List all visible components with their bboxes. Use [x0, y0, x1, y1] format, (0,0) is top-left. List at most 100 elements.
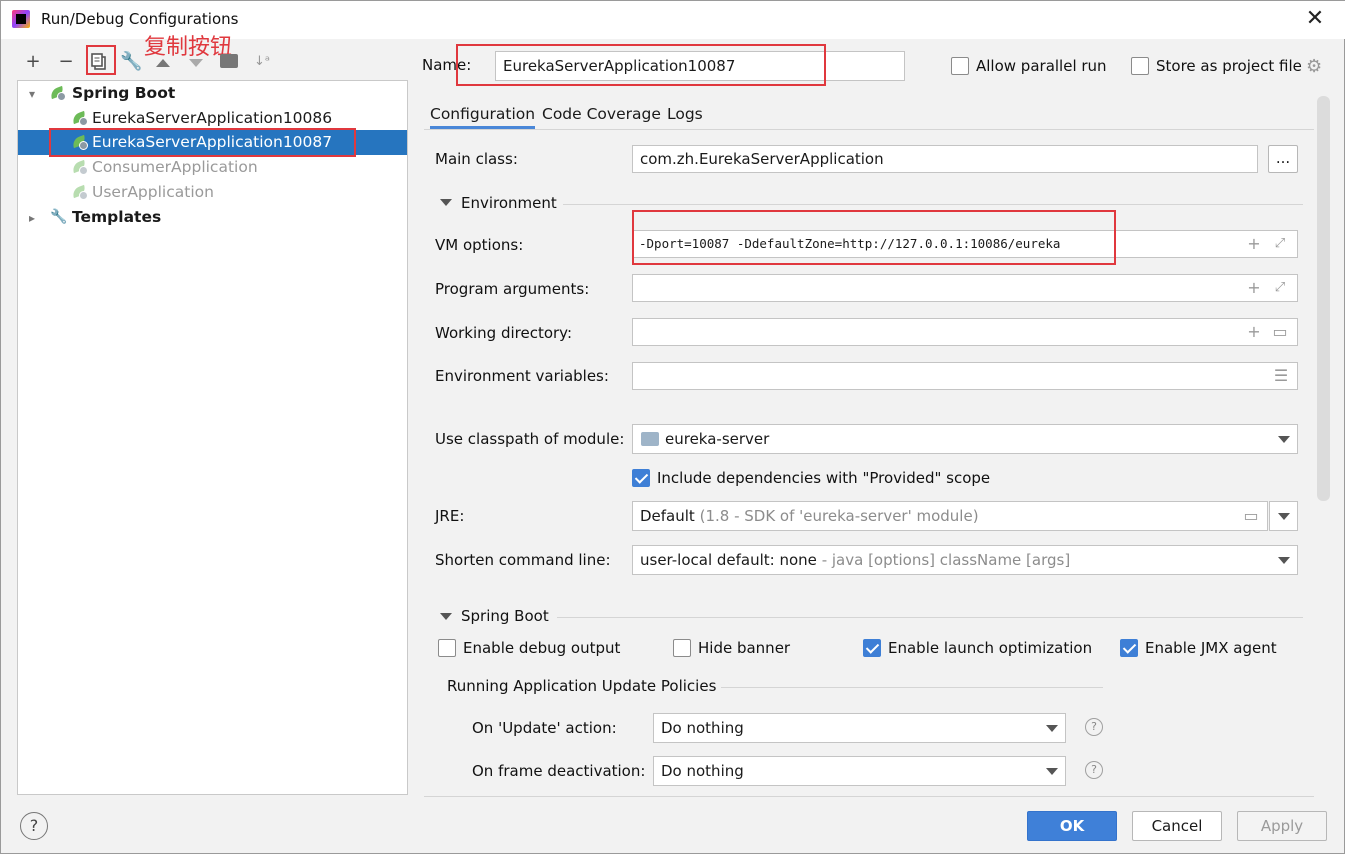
bottom-divider: [424, 796, 1314, 797]
program-arguments-label: Program arguments:: [435, 280, 590, 298]
jmx-agent-label: Enable JMX agent: [1145, 639, 1277, 657]
chevron-down-icon[interactable]: ▾: [25, 87, 39, 101]
spring-boot-section-label: Spring Boot: [461, 607, 549, 625]
chevron-down-icon[interactable]: [440, 613, 452, 620]
cancel-button[interactable]: Cancel: [1132, 811, 1222, 841]
include-provided-label: Include dependencies with "Provided" sco…: [657, 469, 991, 487]
update-policies-label: Running Application Update Policies: [447, 677, 717, 695]
expand-icon[interactable]: ⤢: [1270, 231, 1290, 257]
tree-group-spring-boot[interactable]: ▾ Spring Boot: [18, 81, 407, 106]
environment-divider: [563, 204, 1303, 205]
frame-deactivation-select[interactable]: Do nothing: [653, 756, 1066, 786]
store-project-label: Store as project file: [1156, 57, 1302, 75]
allow-parallel-checkbox[interactable]: [951, 57, 969, 75]
debug-output-label: Enable debug output: [463, 639, 621, 657]
tree-item[interactable]: ConsumerApplication: [18, 155, 407, 180]
classpath-label: Use classpath of module:: [435, 430, 625, 448]
environment-variables-input[interactable]: [632, 362, 1298, 390]
jre-hint: (1.8 - SDK of 'eureka-server' module): [699, 507, 979, 525]
help-icon[interactable]: ?: [1085, 718, 1103, 736]
apply-button[interactable]: Apply: [1237, 811, 1327, 841]
browse-main-class-button[interactable]: ...: [1268, 145, 1298, 173]
copy-highlight-box: [86, 45, 116, 75]
store-project-checkbox[interactable]: [1131, 57, 1149, 75]
plus-icon[interactable]: +: [1244, 275, 1264, 301]
launch-optimization-label: Enable launch optimization: [888, 639, 1093, 657]
jmx-agent-checkbox[interactable]: [1120, 639, 1138, 657]
folder-icon[interactable]: ▭: [1270, 319, 1290, 345]
shorten-command-label: Shorten command line:: [435, 551, 611, 569]
update-action-select[interactable]: Do nothing: [653, 713, 1066, 743]
tree-group-label: Spring Boot: [72, 84, 176, 102]
tabs-divider: [424, 129, 1314, 130]
working-directory-label: Working directory:: [435, 324, 573, 342]
working-directory-input[interactable]: [632, 318, 1298, 346]
tree-group-templates[interactable]: ▸ 🔧 Templates: [18, 205, 407, 230]
remove-icon[interactable]: −: [55, 51, 77, 73]
jre-input[interactable]: Default (1.8 - SDK of 'eureka-server' mo…: [632, 501, 1268, 531]
document-icon[interactable]: ☰: [1271, 363, 1291, 389]
help-button[interactable]: ?: [20, 812, 48, 840]
spring-boot-icon: [70, 110, 88, 126]
main-class-label: Main class:: [435, 150, 518, 168]
close-icon[interactable]: ✕: [1303, 7, 1327, 31]
chevron-down-icon[interactable]: [1046, 768, 1058, 775]
debug-output-checkbox[interactable]: [438, 639, 456, 657]
scrollbar[interactable]: [1317, 96, 1330, 501]
environment-section-label: Environment: [461, 194, 557, 212]
allow-parallel-label: Allow parallel run: [976, 57, 1107, 75]
hide-banner-label: Hide banner: [698, 639, 791, 657]
policies-divider: [721, 687, 1103, 688]
hide-banner-checkbox[interactable]: [673, 639, 691, 657]
tab-configuration[interactable]: Configuration: [430, 103, 536, 129]
tree-item-label: ConsumerApplication: [92, 158, 258, 176]
classpath-select[interactable]: eureka-server: [632, 424, 1298, 454]
spring-boot-icon: [70, 159, 88, 175]
add-icon[interactable]: +: [22, 51, 44, 73]
ok-button[interactable]: OK: [1027, 811, 1117, 841]
chevron-down-icon[interactable]: [1278, 513, 1290, 520]
chevron-down-icon[interactable]: [440, 199, 452, 206]
program-arguments-input[interactable]: [632, 274, 1298, 302]
intellij-logo-icon: [12, 10, 30, 28]
chevron-down-icon[interactable]: [1278, 436, 1290, 443]
include-provided-checkbox[interactable]: [632, 469, 650, 487]
tree-item[interactable]: UserApplication: [18, 180, 407, 205]
chevron-right-icon[interactable]: ▸: [25, 211, 39, 225]
move-up-icon[interactable]: [156, 59, 170, 67]
main-class-input[interactable]: com.zh.EurekaServerApplication: [632, 145, 1258, 173]
copy-annotation-label: 复制按钮: [144, 35, 233, 60]
vm-options-label: VM options:: [435, 236, 524, 254]
shorten-value: user-local default: none: [640, 551, 817, 569]
new-folder-icon[interactable]: [220, 54, 238, 68]
environment-variables-label: Environment variables:: [435, 367, 609, 385]
chevron-down-icon[interactable]: [1278, 557, 1290, 564]
launch-optimization-checkbox[interactable]: [863, 639, 881, 657]
frame-deactivation-label: On frame deactivation:: [472, 762, 646, 780]
chevron-down-icon[interactable]: [1046, 725, 1058, 732]
jre-value: Default: [640, 507, 695, 525]
config-tree: ▾ Spring Boot EurekaServerApplication100…: [17, 80, 408, 795]
gear-icon[interactable]: ⚙: [1306, 56, 1322, 77]
spring-boot-divider: [557, 617, 1303, 618]
expand-icon[interactable]: ⤢: [1270, 275, 1290, 301]
plus-icon[interactable]: +: [1244, 319, 1264, 345]
tab-logs[interactable]: Logs: [667, 103, 703, 129]
selected-item-highlight-box: [49, 128, 356, 157]
tree-group-label: Templates: [72, 208, 162, 226]
spring-boot-icon: [48, 85, 66, 101]
wrench-icon[interactable]: 🔧: [120, 51, 142, 73]
name-highlight-box: [456, 44, 826, 86]
folder-icon[interactable]: ▭: [1241, 503, 1261, 529]
plus-icon[interactable]: +: [1244, 231, 1264, 257]
move-down-icon[interactable]: [189, 59, 203, 67]
module-icon: [641, 432, 659, 446]
shorten-hint: - java [options] className [args]: [821, 551, 1071, 569]
window-title: Run/Debug Configurations: [41, 10, 239, 28]
spring-boot-icon: [70, 184, 88, 200]
vm-options-highlight-box: [632, 210, 1116, 265]
help-icon[interactable]: ?: [1085, 761, 1103, 779]
tab-code-coverage[interactable]: Code Coverage: [542, 103, 661, 129]
sort-icon[interactable]: ↓ᵃ: [251, 51, 273, 73]
shorten-command-select[interactable]: user-local default: none - java [options…: [632, 545, 1298, 575]
